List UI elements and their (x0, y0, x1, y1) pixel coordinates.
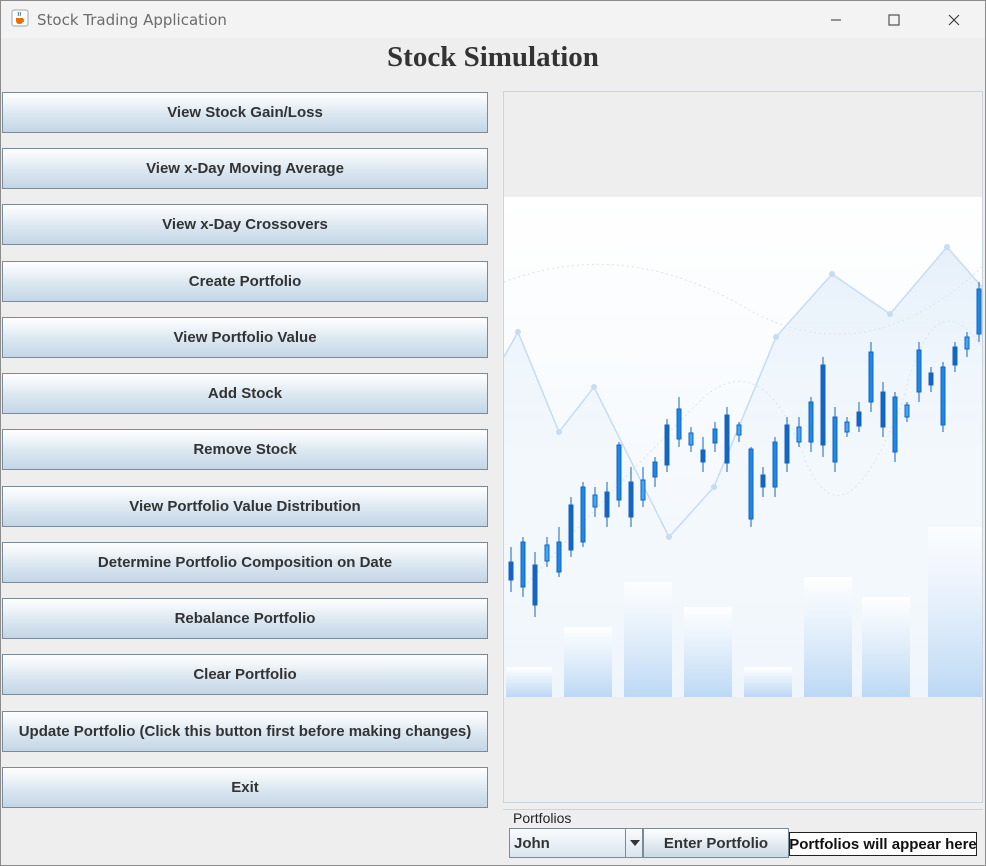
remove-stock-button[interactable]: Remove Stock (2, 429, 488, 470)
image-panel (503, 91, 983, 803)
update-portfolio-button[interactable]: Update Portfolio (Click this button firs… (2, 711, 488, 752)
view-crossovers-button[interactable]: View x-Day Crossovers (2, 204, 488, 245)
close-icon (948, 14, 960, 25)
portfolios-group: Portfolios John Enter Portfolio Portfoli… (503, 809, 983, 865)
portfolios-label: Portfolios (513, 810, 572, 826)
minimize-button[interactable] (807, 1, 865, 38)
view-portfolio-value-button[interactable]: View Portfolio Value (2, 317, 488, 358)
window-title: Stock Trading Application (37, 11, 227, 29)
portfolios-status-text: Portfolios will appear here (789, 832, 977, 856)
close-button[interactable] (925, 1, 983, 38)
title-bar[interactable]: Stock Trading Application (1, 1, 985, 38)
java-coffee-cup-icon (11, 9, 29, 27)
chevron-down-icon[interactable] (625, 829, 644, 857)
maximize-button[interactable] (865, 1, 923, 38)
clear-portfolio-button[interactable]: Clear Portfolio (2, 654, 488, 695)
view-stock-gain-loss-button[interactable]: View Stock Gain/Loss (2, 92, 488, 133)
create-portfolio-button[interactable]: Create Portfolio (2, 261, 488, 302)
stock-chart-image (504, 197, 982, 697)
application-window: Stock Trading Application Stock Simulati… (0, 0, 986, 866)
page-title: Stock Simulation (387, 41, 599, 73)
add-stock-button[interactable]: Add Stock (2, 373, 488, 414)
enter-portfolio-button[interactable]: Enter Portfolio (643, 828, 789, 858)
rebalance-portfolio-button[interactable]: Rebalance Portfolio (2, 598, 488, 639)
portfolio-select[interactable]: John (509, 828, 643, 858)
portfolio-composition-on-date-button[interactable]: Determine Portfolio Composition on Date (2, 542, 488, 583)
exit-button[interactable]: Exit (2, 767, 488, 808)
portfolio-select-value: John (514, 835, 550, 852)
minimize-icon (831, 19, 841, 20)
view-moving-average-button[interactable]: View x-Day Moving Average (2, 148, 488, 189)
maximize-icon (888, 14, 900, 25)
view-portfolio-distribution-button[interactable]: View Portfolio Value Distribution (2, 486, 488, 527)
